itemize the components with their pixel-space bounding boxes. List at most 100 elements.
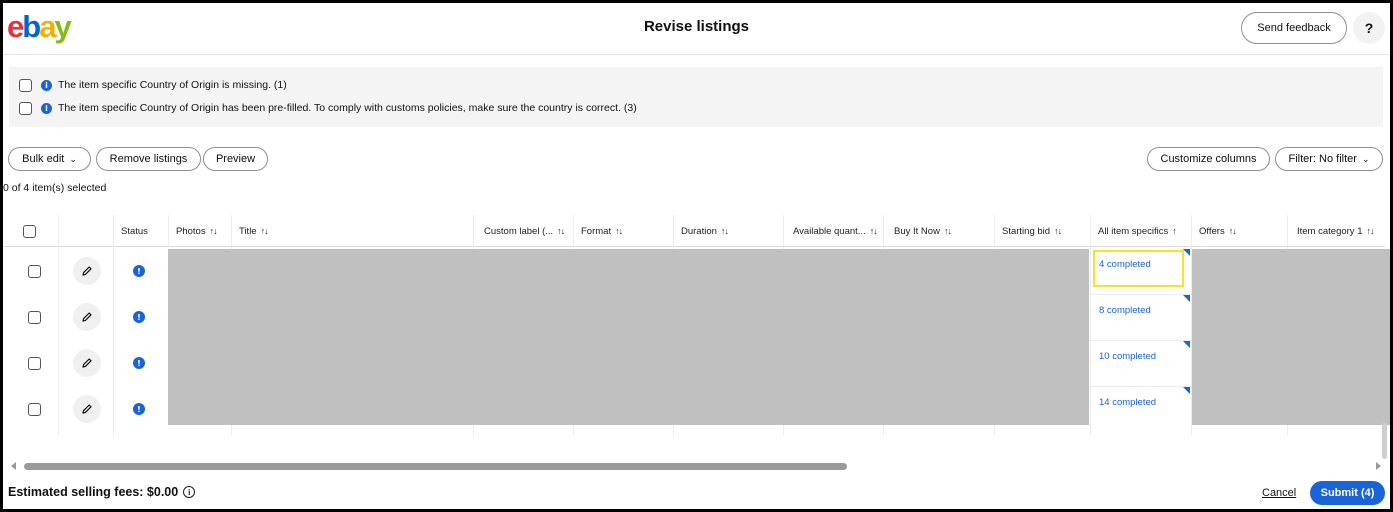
sort-up-icon[interactable]: ↑ [1172,226,1176,236]
pencil-icon [82,312,92,322]
selection-count: 0 of 4 item(s) selected [3,182,107,194]
select-all-header [3,215,58,247]
redacted-listing-data [168,249,1089,425]
status-alert-icon[interactable]: ! [133,265,145,277]
info-icon: i [41,79,52,91]
help-button[interactable]: ? [1353,12,1385,44]
sort-icon[interactable]: ↑↓ [1229,226,1237,236]
edit-button[interactable] [73,395,101,423]
sort-icon[interactable]: ↑↓ [870,226,878,236]
column-header-custom-label[interactable]: Custom label (... ↑↓ [473,215,573,247]
table-row: ! [3,295,168,341]
offers-header-label: Offers [1199,225,1225,237]
send-feedback-button[interactable]: Send feedback [1241,12,1347,44]
row-checkbox[interactable] [28,311,41,324]
info-icon: i [41,102,52,114]
status-header-label: Status [121,225,148,237]
edit-button[interactable] [73,349,101,377]
sort-icon[interactable]: ↑↓ [1054,226,1062,236]
revise-listings-window: ebay Revise listings Send feedback ? i T… [3,3,1390,509]
item-specifics-link[interactable]: 14 completed [1099,397,1156,408]
bulk-edit-label: Bulk edit [22,153,65,165]
select-all-checkbox[interactable] [23,224,36,238]
corner-marker-icon [1183,341,1190,348]
table-header: Status Photos ↑↓ Title ↑↓ Custom label (..… [3,215,1385,247]
notice-panel: i The item specific Country of Origin is… [9,67,1383,127]
vertical-scrollbar-thumb[interactable] [1382,423,1387,459]
column-header-starting-bid[interactable]: Starting bid ↑↓ [994,215,1090,247]
item-specifics-link[interactable]: 10 completed [1099,351,1156,362]
remove-listings-button[interactable]: Remove listings [96,147,201,171]
item-specifics-link[interactable]: 8 completed [1099,305,1151,316]
cancel-link[interactable]: Cancel [1262,487,1296,499]
estimated-fees-text: Estimated selling fees: $0.00 [8,485,179,499]
sort-icon[interactable]: ↑↓ [1366,226,1374,236]
column-header-format[interactable]: Format ↑↓ [573,215,673,247]
preview-button[interactable]: Preview [203,147,268,171]
edit-button[interactable] [73,257,101,285]
redacted-listing-data [1192,249,1390,425]
item-specifics-cell: 10 completed [1090,341,1191,387]
table-row: ! [3,341,168,387]
filter-label: Filter: No filter [1288,153,1357,165]
photos-header-label: Photos [176,225,206,237]
bulk-edit-button[interactable]: Bulk edit ⌄ [8,147,91,171]
column-header-photos[interactable]: Photos ↑↓ [168,215,231,247]
scrollbar-thumb[interactable] [24,463,847,470]
sort-icon[interactable]: ↑↓ [721,226,729,236]
column-header-item-category[interactable]: Item category 1 ↑↓ [1287,215,1385,247]
notice-checkbox-missing[interactable] [19,78,32,92]
info-icon[interactable]: i [183,486,196,498]
sort-icon[interactable]: ↑↓ [944,226,952,236]
column-header-duration[interactable]: Duration ↑↓ [673,215,783,247]
scroll-left-icon[interactable] [11,462,16,470]
customize-columns-button[interactable]: Customize columns [1147,147,1270,171]
sort-icon[interactable]: ↑↓ [615,226,623,236]
column-header-title[interactable]: Title ↑↓ [231,215,473,247]
notice-row-missing: i The item specific Country of Origin is… [19,77,287,93]
column-header-buy-it-now[interactable]: Buy It Now ↑↓ [883,215,994,247]
item-specifics-cell: 14 completed [1090,387,1191,433]
notice-text-prefilled: The item specific Country of Origin has … [58,102,637,114]
row-checkbox[interactable] [28,265,41,278]
corner-marker-icon [1183,387,1190,394]
column-header-available-quantity[interactable]: Available quant... ↑↓ [783,215,883,247]
edit-button[interactable] [73,303,101,331]
focus-highlight [1093,250,1184,287]
chevron-down-icon: ⌄ [1361,153,1370,164]
corner-marker-icon [1183,295,1190,302]
item-category-header-label: Item category 1 [1297,225,1363,237]
page-title: Revise listings [643,18,750,35]
scroll-right-icon[interactable] [1376,462,1381,470]
sort-icon[interactable]: ↑↓ [261,226,269,236]
row-checkbox[interactable] [28,403,41,416]
status-alert-icon[interactable]: ! [133,357,145,369]
status-alert-icon[interactable]: ! [133,403,145,415]
submit-button[interactable]: Submit (4) [1310,481,1385,505]
buy-it-now-header-label: Buy It Now [894,225,940,237]
pencil-icon [82,358,92,368]
column-header-all-item-specifics[interactable]: All item specifics ↑ [1090,215,1191,247]
horizontal-scrollbar[interactable] [9,459,1383,473]
column-header-offers[interactable]: Offers ↑↓ [1191,215,1287,247]
pencil-icon [82,266,92,276]
title-header-label: Title [239,225,257,237]
table-row: ! [3,249,168,295]
available-quantity-header-label: Available quant... [793,225,866,237]
duration-header-label: Duration [681,225,717,237]
edit-column-header [58,215,113,247]
sort-icon[interactable]: ↑↓ [557,226,565,236]
notice-row-prefilled: i The item specific Country of Origin ha… [19,100,637,116]
table-row: ! [3,387,168,433]
item-specifics-cell: 8 completed [1090,295,1191,341]
filter-button[interactable]: Filter: No filter ⌄ [1275,147,1383,171]
status-alert-icon[interactable]: ! [133,311,145,323]
sort-icon[interactable]: ↑↓ [210,226,218,236]
estimated-fees: Estimated selling fees: $0.00 i [8,485,196,499]
all-item-specifics-header-label: All item specifics [1098,225,1169,237]
chevron-down-icon: ⌄ [69,153,77,164]
notice-checkbox-prefilled[interactable] [19,101,32,115]
custom-label-header-label: Custom label (... [484,225,554,237]
row-checkbox[interactable] [28,357,41,370]
starting-bid-header-label: Starting bid [1002,225,1051,237]
